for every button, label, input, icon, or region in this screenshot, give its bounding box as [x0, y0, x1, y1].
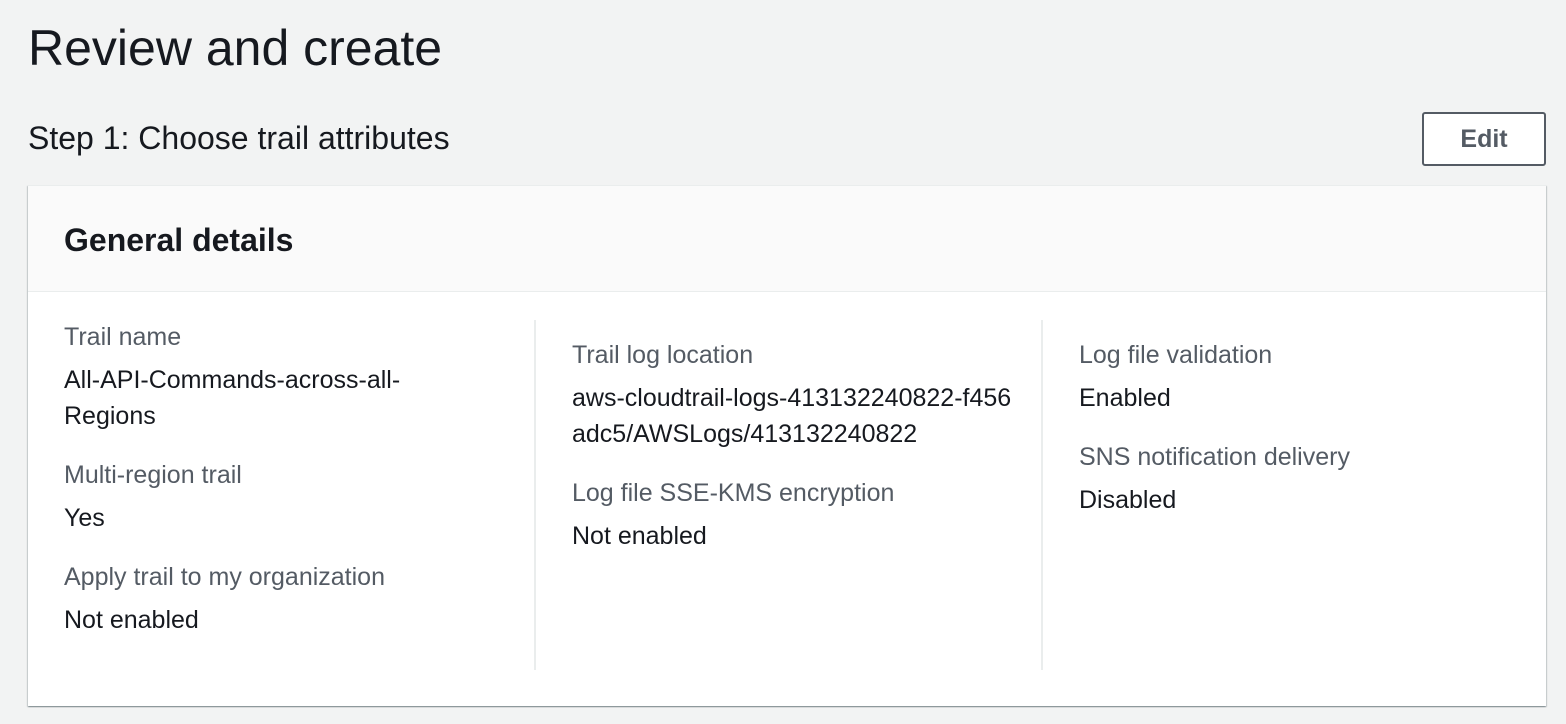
sns-notification-value: Disabled — [1079, 486, 1177, 514]
sns-notification-label: SNS notification delivery — [1079, 443, 1350, 471]
step-title: Step 1: Choose trail attributes — [28, 120, 450, 156]
sse-kms-encryption-field: Log file SSE-KMS encryption Not enabled — [572, 476, 1041, 554]
general-details-panel: General details Trail name All-API-Comma… — [28, 185, 1546, 706]
sse-kms-encryption-label: Log file SSE-KMS encryption — [572, 479, 895, 507]
details-column-3: Log file validation Enabled SNS notifica… — [1041, 320, 1511, 670]
sns-notification-field: SNS notification delivery Disabled — [1079, 440, 1511, 518]
trail-name-value: All-API-Commands-across-all-Regions — [64, 366, 401, 430]
trail-name-field: Trail name All-API-Commands-across-all-R… — [64, 320, 534, 434]
panel-title: General details — [64, 222, 294, 258]
apply-organization-label: Apply trail to my organization — [64, 563, 385, 591]
edit-button[interactable]: Edit — [1422, 112, 1546, 166]
log-file-validation-field: Log file validation Enabled — [1079, 338, 1511, 416]
details-column-1: Trail name All-API-Commands-across-all-R… — [64, 320, 534, 670]
page-title: Review and create — [28, 20, 443, 76]
step-header: Step 1: Choose trail attributes Edit — [28, 112, 1546, 166]
details-columns: Trail name All-API-Commands-across-all-R… — [28, 320, 1546, 670]
sse-kms-encryption-value: Not enabled — [572, 522, 707, 550]
trail-log-location-label: Trail log location — [572, 341, 754, 369]
panel-header: General details — [28, 186, 1546, 292]
multi-region-field: Multi-region trail Yes — [64, 458, 534, 536]
trail-name-label: Trail name — [64, 323, 182, 351]
apply-organization-field: Apply trail to my organization Not enabl… — [64, 560, 534, 638]
multi-region-value: Yes — [64, 504, 105, 532]
log-file-validation-label: Log file validation — [1079, 341, 1273, 369]
trail-log-location-value: aws-cloudtrail-logs-413132240822-f456adc… — [572, 384, 1012, 448]
log-file-validation-value: Enabled — [1079, 384, 1171, 412]
trail-log-location-field: Trail log location aws-cloudtrail-logs-4… — [572, 338, 1041, 452]
multi-region-label: Multi-region trail — [64, 461, 242, 489]
apply-organization-value: Not enabled — [64, 606, 199, 634]
details-column-2: Trail log location aws-cloudtrail-logs-4… — [534, 320, 1041, 670]
